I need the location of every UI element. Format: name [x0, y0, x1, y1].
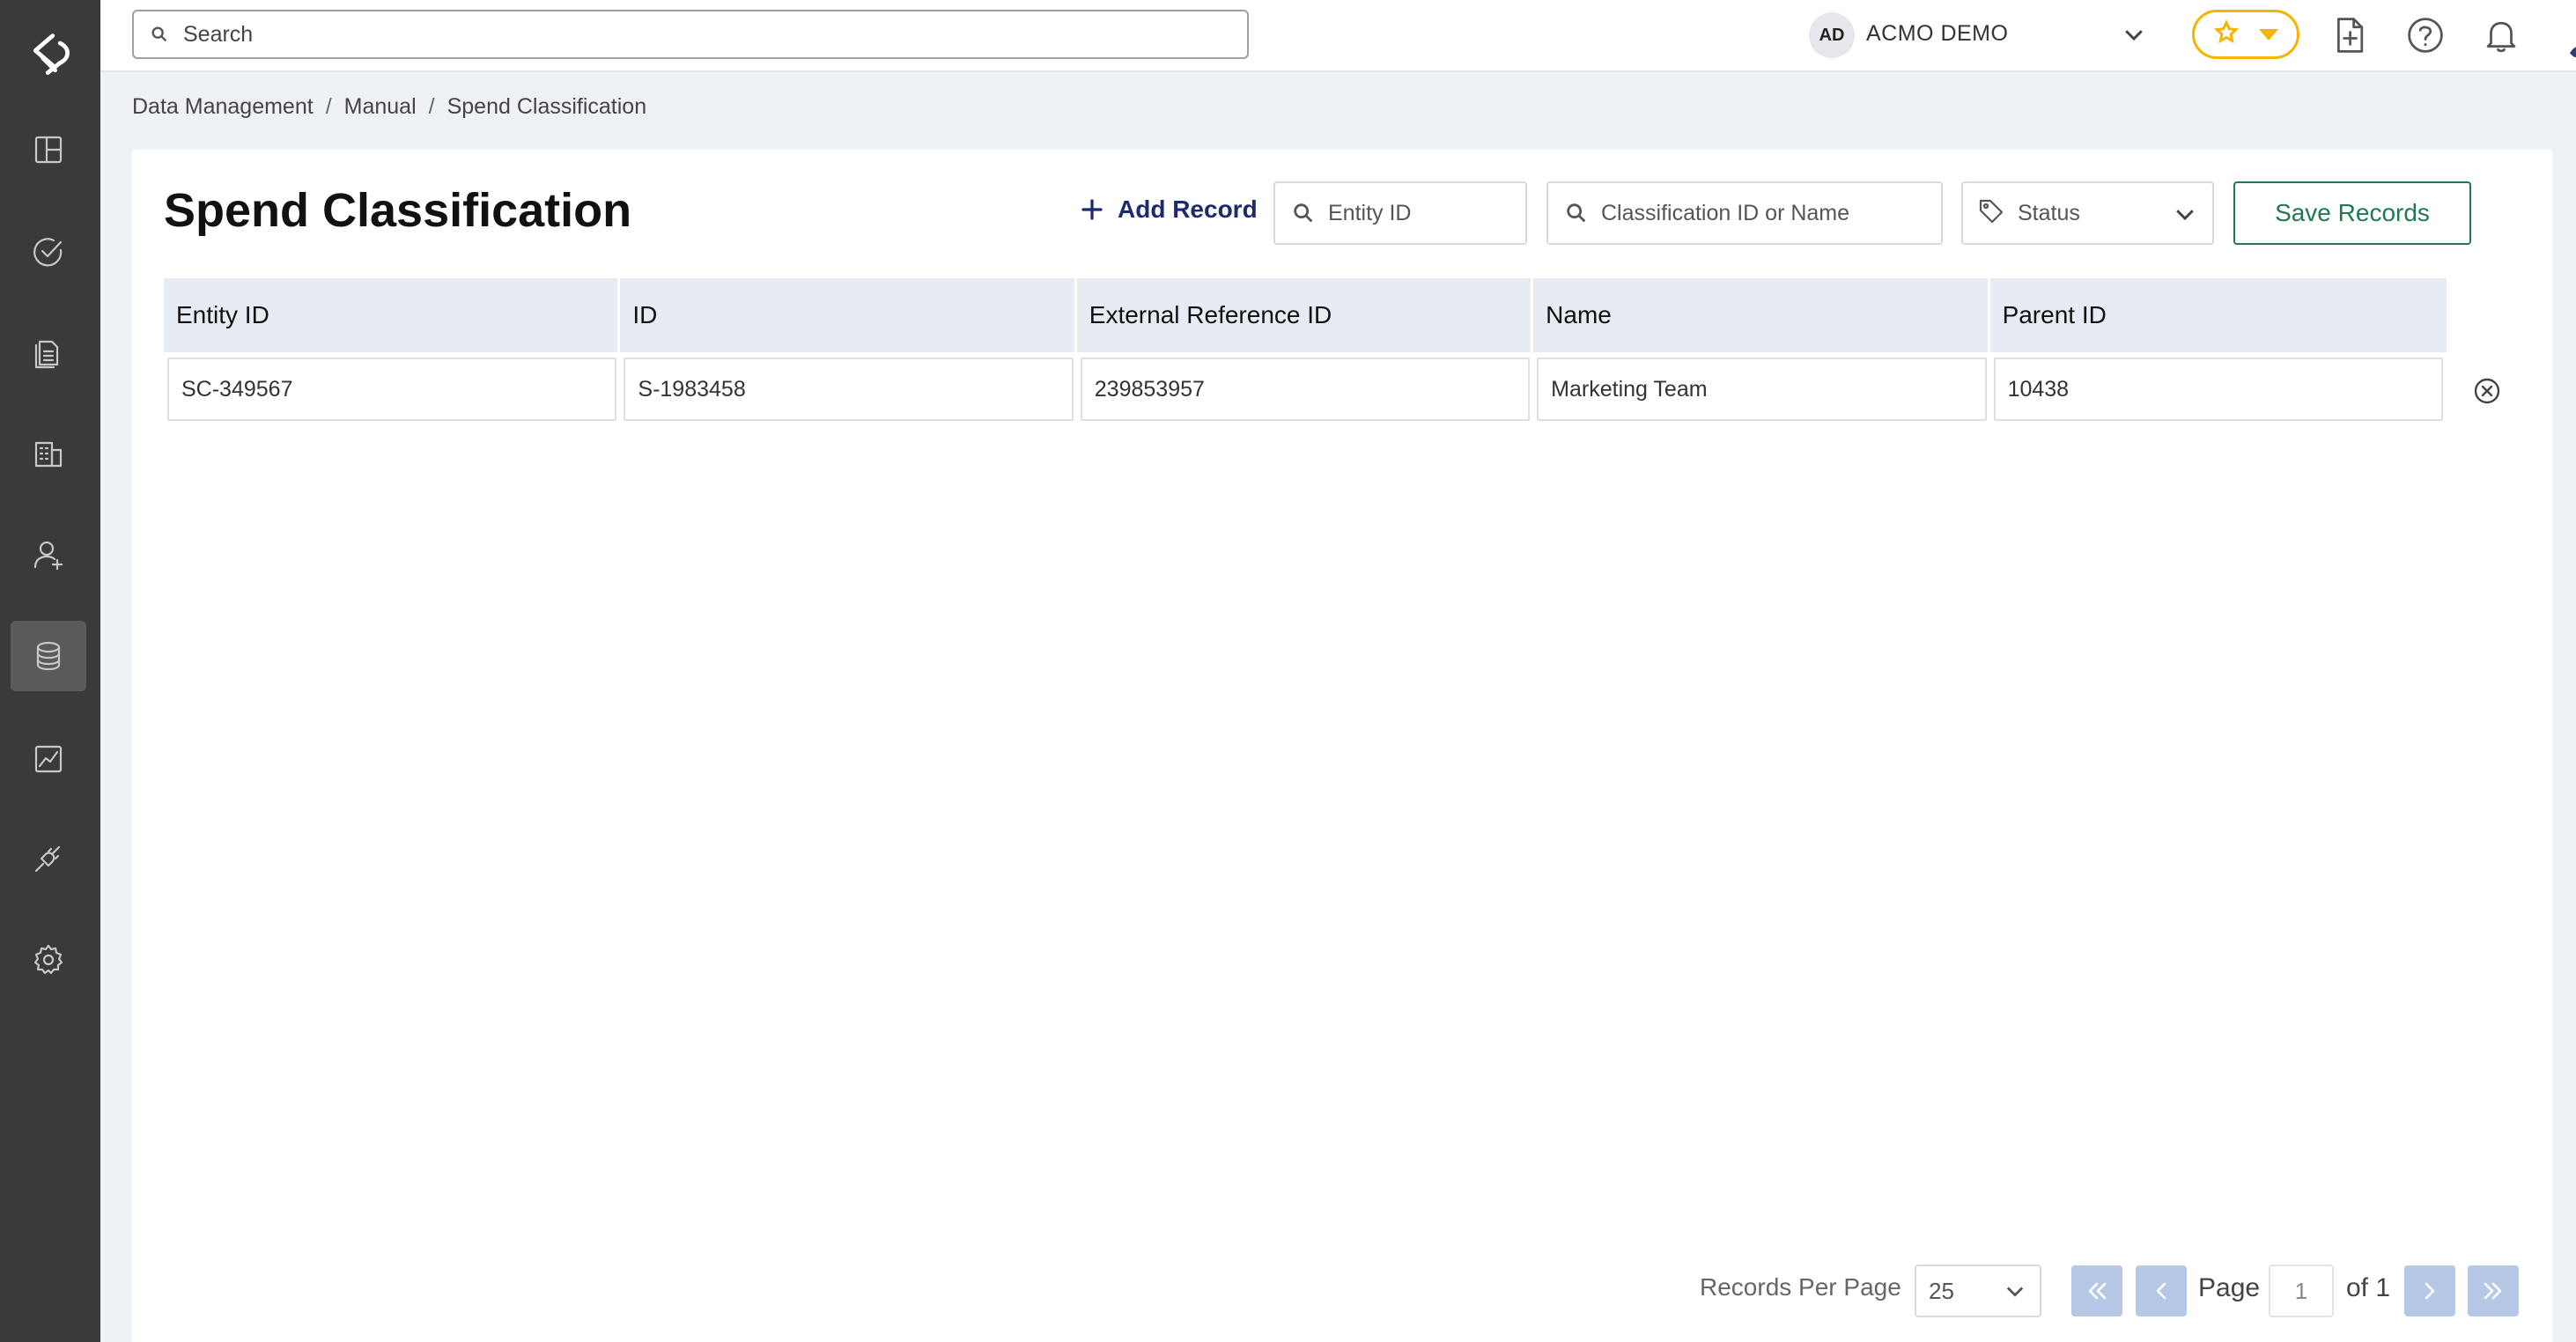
- entity-id-filter[interactable]: [1273, 181, 1527, 245]
- help-button[interactable]: [2403, 12, 2448, 58]
- records-per-page-select[interactable]: 25: [1915, 1265, 2041, 1317]
- status-filter-select[interactable]: Status: [1961, 181, 2214, 245]
- new-document-icon: [2336, 18, 2364, 53]
- previous-page-button[interactable]: [2136, 1265, 2187, 1316]
- breadcrumb-separator: /: [428, 94, 435, 119]
- column-header-external-reference-id: External Reference ID: [1077, 278, 1534, 352]
- page-title: Spend Classification: [164, 184, 632, 237]
- sidebar-item-tasks[interactable]: [11, 217, 86, 287]
- table-header: Entity ID ID External Reference ID Name …: [164, 278, 2447, 352]
- documents-icon: [34, 340, 59, 369]
- first-page-button[interactable]: [2071, 1265, 2122, 1316]
- id-cell-input[interactable]: [624, 358, 1074, 421]
- column-header-name: Name: [1533, 278, 1990, 352]
- avatar[interactable]: [2563, 11, 2576, 61]
- sidebar-item-integrations[interactable]: [11, 823, 86, 894]
- settings-icon: [33, 944, 63, 975]
- main-panel: Spend Classification Add Record Status S…: [132, 150, 2552, 1342]
- search-icon: [1567, 203, 1586, 223]
- dashboard-icon: [34, 136, 63, 164]
- caret-down-icon: [2259, 28, 2278, 41]
- page-total-label: of 1: [2346, 1273, 2391, 1302]
- table-row: [164, 358, 2447, 421]
- breadcrumb-separator: /: [325, 94, 332, 119]
- analytics-icon: [34, 745, 63, 773]
- parent-id-cell-input[interactable]: [1993, 358, 2443, 421]
- new-document-button[interactable]: [2327, 12, 2373, 58]
- chevron-right-icon: [2425, 1282, 2435, 1300]
- name-cell-input[interactable]: [1537, 358, 1987, 421]
- star-icon: [2213, 18, 2240, 43]
- user-avatar-icon: [2563, 14, 2576, 58]
- global-search[interactable]: [132, 10, 1249, 59]
- sidebar-item-suppliers[interactable]: [11, 418, 86, 489]
- double-chevron-left-icon: [2088, 1282, 2107, 1300]
- sidebar: [0, 0, 100, 1342]
- add-record-label: Add Record: [1118, 195, 1258, 223]
- column-header-entity-id: Entity ID: [164, 278, 621, 352]
- buildings-icon: [34, 441, 63, 468]
- org-name[interactable]: ACMO DEMO: [1866, 21, 2008, 47]
- add-record-button[interactable]: Add Record: [1079, 195, 1258, 224]
- records-table: Entity ID ID External Reference ID Name …: [164, 278, 2447, 421]
- classification-filter[interactable]: [1546, 181, 1943, 245]
- sidebar-item-analytics[interactable]: [11, 724, 86, 794]
- chevron-down-icon: [2006, 1287, 2024, 1297]
- breadcrumb-item-data-management[interactable]: Data Management: [132, 94, 314, 120]
- org-switcher-chevron[interactable]: [2121, 21, 2147, 48]
- next-page-button[interactable]: [2404, 1265, 2455, 1316]
- records-per-page-label: Records Per Page: [1700, 1273, 1901, 1301]
- chevron-down-icon: [2176, 210, 2194, 221]
- database-icon: [36, 641, 61, 671]
- plus-icon: [1081, 199, 1103, 220]
- tag-icon: [1979, 199, 2004, 223]
- chevron-down-icon: [2125, 30, 2143, 41]
- entity-id-cell-input[interactable]: [167, 358, 617, 421]
- global-search-input[interactable]: [183, 21, 1222, 48]
- breadcrumb-item-manual[interactable]: Manual: [344, 94, 417, 120]
- favorites-button[interactable]: [2192, 10, 2299, 59]
- column-header-id: ID: [620, 278, 1077, 352]
- sidebar-item-settings[interactable]: [11, 925, 86, 995]
- double-chevron-right-icon: [2484, 1282, 2502, 1300]
- search-icon: [151, 26, 167, 42]
- org-avatar[interactable]: AD: [1809, 12, 1855, 58]
- remove-row-button[interactable]: [2471, 375, 2503, 407]
- breadcrumb-item-current: Spend Classification: [447, 94, 647, 119]
- user-icon: [33, 541, 63, 571]
- page-label: Page: [2198, 1273, 2261, 1302]
- entity-id-filter-input[interactable]: [1328, 200, 1525, 226]
- notifications-button[interactable]: [2478, 12, 2524, 58]
- logo-icon: [33, 33, 70, 75]
- help-icon: [2408, 18, 2443, 53]
- app-logo[interactable]: [19, 25, 81, 86]
- bell-icon: [2486, 21, 2516, 53]
- chevron-left-icon: [2156, 1282, 2166, 1300]
- sidebar-item-data[interactable]: [11, 621, 86, 691]
- sidebar-item-dashboard[interactable]: [11, 114, 86, 185]
- column-header-parent-id: Parent ID: [2002, 301, 2107, 328]
- records-per-page-value: 25: [1929, 1277, 1954, 1304]
- last-page-button[interactable]: [2468, 1265, 2519, 1316]
- status-filter-label: Status: [2018, 200, 2080, 225]
- current-page-input[interactable]: 1: [2269, 1265, 2334, 1317]
- close-circle-icon: [2474, 378, 2500, 404]
- top-bar: AD ACMO DEMO: [100, 0, 2576, 72]
- external-reference-id-cell-input[interactable]: [1080, 358, 1531, 421]
- save-records-button[interactable]: Save Records: [2233, 181, 2471, 245]
- integrations-icon: [34, 845, 61, 873]
- breadcrumb: Data Management / Manual / Spend Classif…: [132, 94, 646, 120]
- sidebar-item-users[interactable]: [11, 520, 86, 590]
- sidebar-item-documents[interactable]: [11, 317, 86, 387]
- tasks-icon: [33, 238, 63, 267]
- classification-filter-input[interactable]: [1601, 200, 1941, 226]
- search-icon: [1294, 203, 1313, 223]
